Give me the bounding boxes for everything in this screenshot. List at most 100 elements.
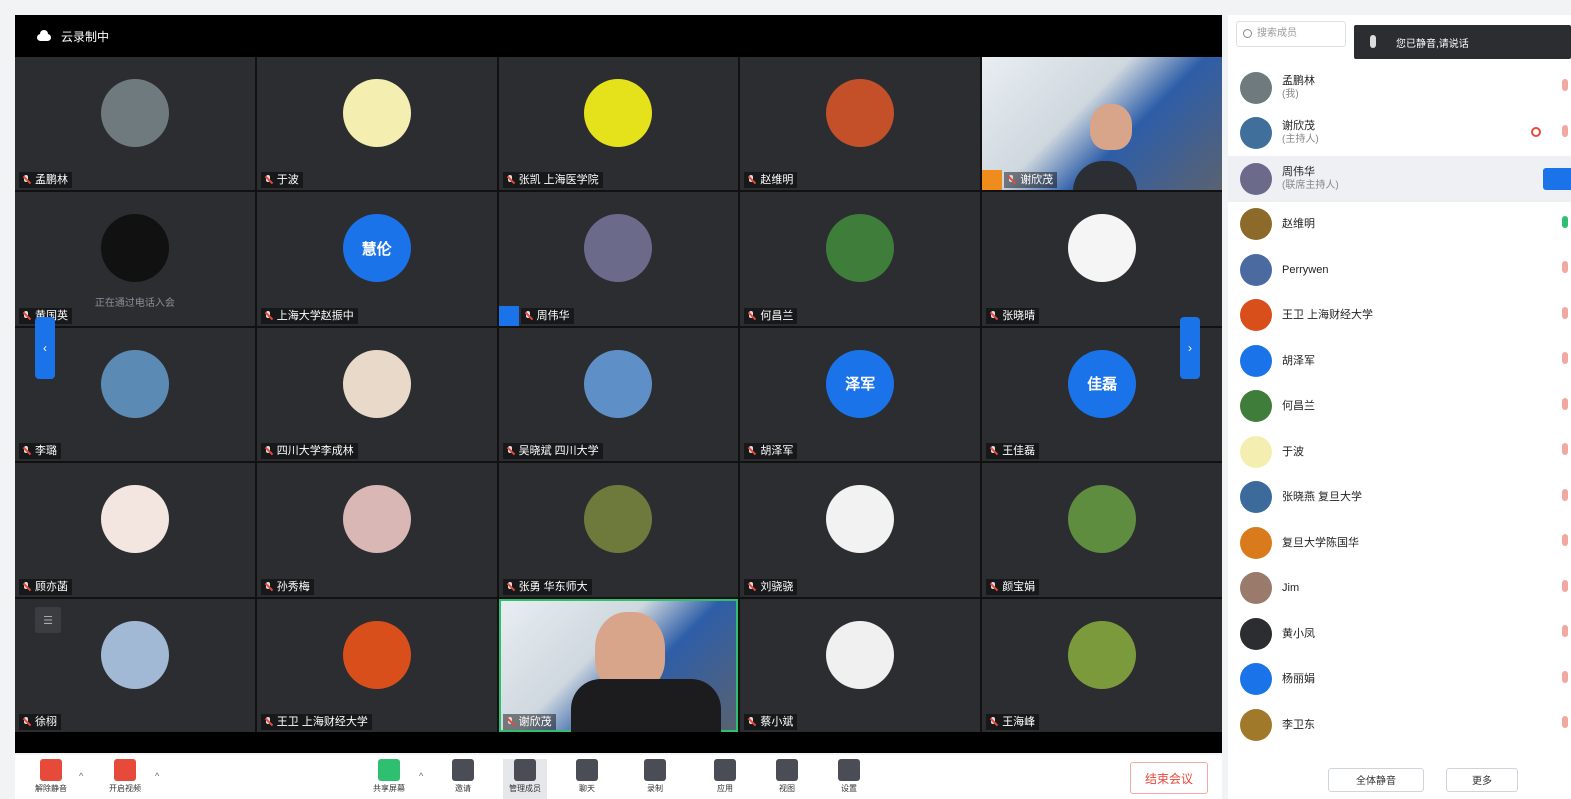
member-row[interactable]: 复旦大学陈国华 xyxy=(1228,520,1571,566)
member-row[interactable]: 王卫 上海财经大学 xyxy=(1228,293,1571,339)
participant-tile[interactable]: 谢欣茂 xyxy=(982,57,1222,191)
mic-on-icon[interactable] xyxy=(1562,215,1568,228)
member-row[interactable]: 孟鹏林 (我) xyxy=(1228,65,1571,111)
apps-button[interactable]: 应用 xyxy=(703,759,747,799)
participant-tile[interactable]: 四川大学李成林 xyxy=(256,327,497,462)
participant-tile[interactable]: 颜宝娟 xyxy=(982,463,1222,597)
participant-tile[interactable]: 顾亦菡 xyxy=(15,463,255,597)
participant-name-text: 赵维明 xyxy=(760,174,794,187)
mic-muted-icon xyxy=(990,581,996,592)
participant-tile[interactable]: 刘骁骁 xyxy=(740,463,981,597)
settings-button[interactable]: 设置 xyxy=(827,759,871,799)
invite-button[interactable]: 邀请 xyxy=(441,759,485,799)
host-badge-icon xyxy=(982,170,1003,191)
mic-muted-icon xyxy=(265,446,271,456)
video-options-caret[interactable]: ^ xyxy=(155,771,159,781)
muted-speaking-toast: 您已静音,请说话 xyxy=(1354,25,1571,59)
participant-tile[interactable]: 王海峰 xyxy=(982,598,1222,732)
participant-name: 张凯 上海医学院 xyxy=(502,172,603,189)
mic-muted-icon[interactable] xyxy=(1562,397,1568,410)
participant-tile[interactable]: 孟鹏林 xyxy=(15,57,255,191)
next-page-button[interactable]: › xyxy=(1180,317,1200,379)
recording-status: 云录制中 xyxy=(61,29,110,44)
participant-tile[interactable]: 孙秀梅 xyxy=(256,463,497,597)
avatar: 慧伦 xyxy=(342,214,411,283)
mic-muted-icon[interactable] xyxy=(1562,579,1568,592)
participant-tile[interactable]: 蔡小斌 xyxy=(740,598,981,732)
mic-muted-icon[interactable] xyxy=(1562,306,1568,319)
participant-tile[interactable]: 泽军 胡泽军 xyxy=(740,327,981,462)
participant-name-text: 颜宝娟 xyxy=(1002,580,1036,593)
end-meeting-button[interactable]: 结束会议 xyxy=(1130,762,1208,794)
participant-tile[interactable]: 慧伦上海大学赵振中 xyxy=(256,192,497,326)
participant-name-text: 上海大学赵振中 xyxy=(276,309,354,322)
share-screen-button[interactable]: 共享屏幕 xyxy=(367,759,411,799)
mic-muted-icon[interactable] xyxy=(1562,716,1568,728)
member-row[interactable]: 于波 xyxy=(1228,429,1571,475)
cohost-badge-icon xyxy=(498,305,519,326)
record-button[interactable]: 录制 xyxy=(633,759,677,799)
start-video-button[interactable]: 开启视频 xyxy=(103,759,147,799)
participant-tile[interactable]: 王卫 上海财经大学 xyxy=(256,598,497,732)
member-row[interactable]: 张晓燕 复旦大学 xyxy=(1228,475,1571,521)
member-action-button[interactable] xyxy=(1543,168,1571,190)
member-search-input[interactable]: 搜索成员 xyxy=(1236,21,1346,47)
unmute-button[interactable]: 解除静音 xyxy=(29,759,73,799)
avatar xyxy=(1240,526,1272,559)
member-row[interactable]: 胡泽军 xyxy=(1228,338,1571,384)
mic-muted-icon[interactable] xyxy=(1562,488,1568,501)
mic-muted-icon[interactable] xyxy=(1562,261,1568,273)
participant-name: 徐栩 xyxy=(19,713,61,730)
mic-muted-icon[interactable] xyxy=(1562,534,1568,546)
member-row[interactable]: 赵维明 xyxy=(1228,202,1571,248)
participant-tile[interactable]: 周伟华 xyxy=(498,192,739,326)
member-row[interactable]: Perrywen xyxy=(1228,247,1571,293)
participant-tile[interactable]: 谢欣茂 xyxy=(498,598,739,732)
share-options-caret[interactable]: ^ xyxy=(419,771,423,781)
participant-tile[interactable]: 于波 xyxy=(256,57,497,191)
participant-video-body xyxy=(570,678,721,732)
participant-tile[interactable]: 张勇 华东师大 xyxy=(498,463,739,597)
avatar xyxy=(584,79,653,147)
mic-muted-icon xyxy=(748,581,754,592)
participant-name: 张晓晴 xyxy=(986,307,1040,324)
participant-tile[interactable]: 赵维明 xyxy=(740,57,981,191)
more-button[interactable]: 更多 xyxy=(1446,767,1518,792)
mic-muted-icon[interactable] xyxy=(1562,443,1568,455)
participant-name-text: 蔡小斌 xyxy=(760,715,794,728)
mute-all-button[interactable]: 全体静音 xyxy=(1328,767,1424,792)
mic-muted-icon[interactable] xyxy=(1562,670,1568,683)
view-button[interactable]: 视图 xyxy=(765,759,809,799)
layout-toggle-button[interactable]: ☰ xyxy=(35,607,61,633)
meeting-stage: 云录制中 孟鹏林 于波 张凯 上海医学院 赵维明 谢欣茂 正在通过电话入会 黄国英 慧伦 上海大… xyxy=(15,15,1222,753)
participant-tile[interactable]: 吴晓斌 四川大学 xyxy=(498,327,739,462)
member-row[interactable]: 杨丽娟 xyxy=(1228,657,1571,703)
member-row[interactable]: Jim xyxy=(1228,566,1571,612)
mic-muted-icon[interactable] xyxy=(1562,79,1568,91)
camera-icon[interactable] xyxy=(1531,126,1541,137)
avatar xyxy=(584,485,653,554)
prev-page-button[interactable]: ‹ xyxy=(35,317,55,379)
participant-tile[interactable]: 正在通过电话入会 黄国英 xyxy=(15,192,255,326)
member-info: 谢欣茂 (主持人) xyxy=(1282,119,1319,147)
participant-tile[interactable]: 何昌兰 xyxy=(740,192,981,326)
member-row[interactable]: 周伟华 (联席主持人) xyxy=(1228,156,1571,202)
mic-muted-icon[interactable] xyxy=(1562,124,1568,137)
mic-muted-icon xyxy=(23,446,29,456)
member-row[interactable]: 李卫东 xyxy=(1228,702,1571,748)
participant-name: 四川大学李成林 xyxy=(260,443,358,460)
participant-tile[interactable]: 张晓晴 xyxy=(982,192,1222,326)
mic-muted-icon xyxy=(525,310,531,321)
participant-tile[interactable]: 张凯 上海医学院 xyxy=(498,57,739,191)
member-role: (联席主持人) xyxy=(1282,179,1339,191)
audio-options-caret[interactable]: ^ xyxy=(79,771,83,781)
member-row[interactable]: 黄小凤 xyxy=(1228,611,1571,657)
mic-muted-icon[interactable] xyxy=(1562,625,1568,637)
member-name: 周伟华 xyxy=(1282,165,1315,178)
manage-members-button[interactable]: 管理成员 xyxy=(503,759,547,799)
chat-button[interactable]: 聊天 xyxy=(565,759,609,799)
mic-muted-icon[interactable] xyxy=(1562,352,1568,364)
member-row[interactable]: 何昌兰 xyxy=(1228,384,1571,430)
member-row[interactable]: 谢欣茂 (主持人) xyxy=(1228,111,1571,157)
mic-muted-icon xyxy=(748,716,754,727)
